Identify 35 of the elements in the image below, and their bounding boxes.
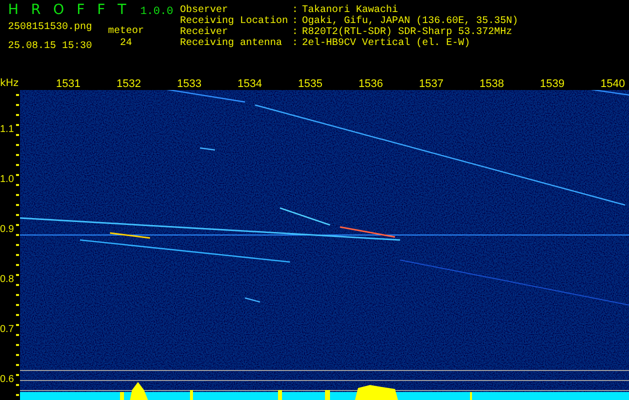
info-separator: :	[292, 38, 298, 49]
info-separator: :	[292, 27, 298, 38]
info-label: Observer	[180, 5, 228, 16]
axis-label: 1.1	[0, 124, 14, 136]
info-value: 2el-HB9CV Vertical (el. E-W)	[302, 38, 472, 49]
info-label: Receiving antenna	[180, 38, 284, 49]
app-title: H R O F F T	[8, 2, 130, 18]
count-value: 24	[120, 38, 132, 49]
axis-label: 1534	[238, 78, 262, 90]
axis-label: 1535	[298, 78, 322, 90]
axis-label: 1539	[540, 78, 564, 90]
axis-label: 1532	[116, 78, 141, 90]
axis-label: 1538	[480, 78, 504, 90]
info-separator: :	[292, 5, 298, 16]
info-label: Receiving Location	[180, 16, 288, 27]
axis-label: 1536	[358, 78, 383, 90]
axis-label: 1540	[600, 78, 625, 90]
file-name: 2508151530.png	[8, 22, 92, 33]
axis-label: 1531	[56, 78, 80, 90]
timestamp: 25.08.15 15:30	[8, 41, 92, 52]
axis-label: 0.6	[0, 374, 14, 386]
info-value: Ogaki, Gifu, JAPAN (136.60E, 35.35N)	[302, 16, 518, 27]
axis-label: 0.8	[0, 274, 14, 286]
unit-label: kHz	[0, 78, 20, 90]
axis-label: 1.0	[0, 174, 14, 186]
axis-label: 1537	[419, 78, 444, 90]
count-label: meteor	[108, 26, 144, 37]
axis-label: 0.7	[0, 324, 14, 336]
info-value: Takanori Kawachi	[302, 5, 400, 16]
info-separator: :	[292, 16, 298, 27]
info-value: R820T2(RTL-SDR) SDR-Sharp 53.372MHz	[302, 27, 514, 38]
axis-label: 0.9	[0, 224, 14, 236]
info-label: Receiver	[180, 27, 228, 38]
axis-label: 1533	[177, 78, 202, 90]
version-label: 1.0.0	[140, 6, 174, 18]
